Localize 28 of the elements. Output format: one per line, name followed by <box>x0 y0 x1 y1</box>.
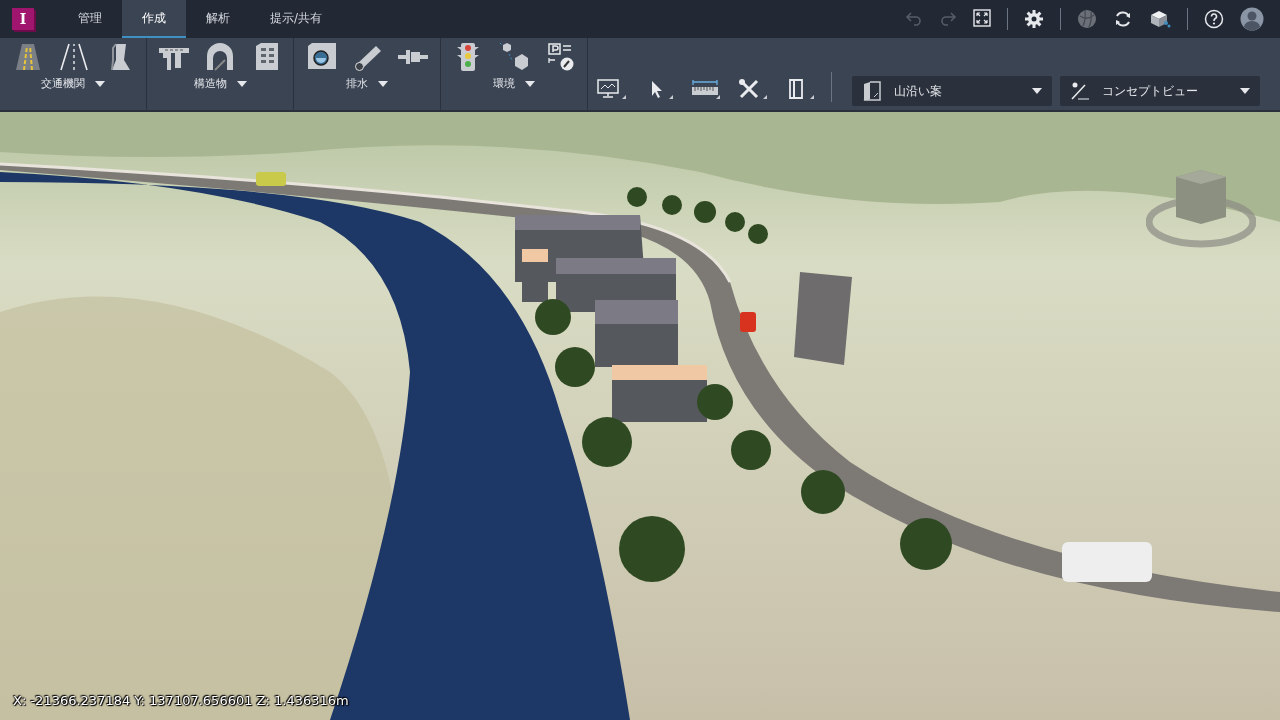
caret-icon <box>1032 88 1042 94</box>
tab[interactable]: 解析 <box>186 0 250 38</box>
caret-icon <box>95 81 105 88</box>
group-dropdown[interactable]: 排水 <box>342 76 392 93</box>
dropdown[interactable]: 山沿い案 <box>852 76 1052 106</box>
map-icon <box>862 81 882 101</box>
tools-icon[interactable] <box>737 77 768 100</box>
group-dropdown[interactable]: 交通機関 <box>37 76 109 93</box>
caret-icon <box>236 81 247 88</box>
group-dropdown[interactable]: 環境 <box>489 76 539 93</box>
monitor-icon[interactable] <box>596 77 627 100</box>
caret-icon <box>525 81 535 88</box>
tab[interactable]: 提示/共有 <box>250 0 343 38</box>
user-avatar-icon[interactable] <box>1240 7 1264 31</box>
help-icon[interactable] <box>1204 9 1224 29</box>
settings-icon[interactable] <box>1024 9 1044 29</box>
sync-icon[interactable] <box>1113 9 1133 29</box>
globe-icon[interactable] <box>1077 9 1097 29</box>
cube-share-icon[interactable] <box>1149 9 1171 29</box>
measure-icon[interactable] <box>690 77 721 100</box>
caret-icon <box>378 81 388 88</box>
tab[interactable]: 作成 <box>122 0 186 38</box>
caret-icon <box>1240 88 1250 94</box>
tab[interactable]: 管理 <box>58 0 122 38</box>
fullscreen-icon[interactable] <box>973 9 991 29</box>
dropdown[interactable]: コンセプトビュー <box>1060 76 1260 106</box>
app-logo: I <box>12 8 34 30</box>
group-dropdown[interactable]: 構造物 <box>189 76 251 93</box>
